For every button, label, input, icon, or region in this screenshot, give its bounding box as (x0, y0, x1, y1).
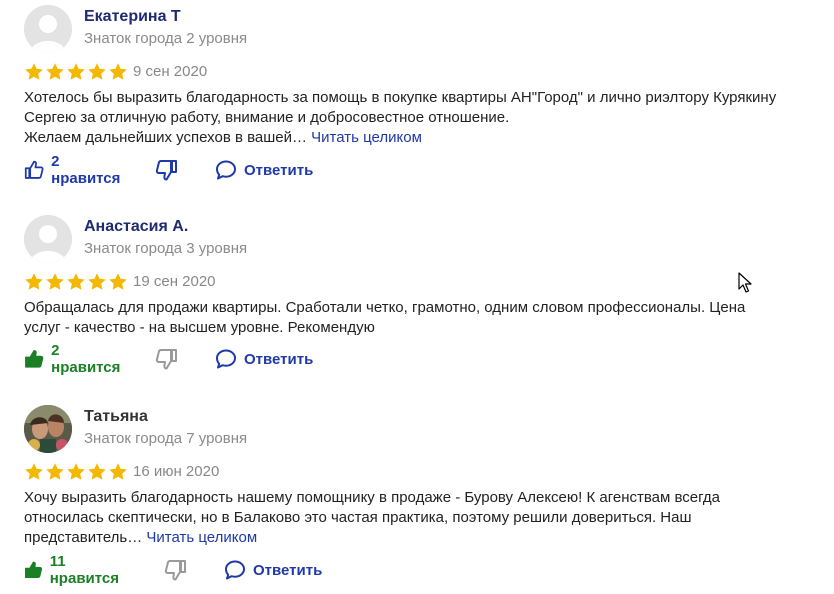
review-text: Обращалась для продажи квартиры. Сработа… (24, 298, 830, 338)
author-level: Знаток города 2 уровня (84, 30, 248, 47)
dislike-button[interactable] (154, 347, 178, 371)
default-avatar-icon (24, 215, 72, 263)
star-icon (109, 63, 127, 80)
star-icon (25, 463, 43, 480)
thumbs-down-icon (155, 349, 177, 370)
star-icon (67, 273, 85, 290)
author-level: Знаток города 7 уровня (84, 430, 248, 447)
review-date: 19 сен 2020 (133, 273, 216, 290)
review-text: Хотелось бы выразить благодарность за по… (24, 88, 830, 148)
author-level: Знаток города 3 уровня (84, 240, 248, 257)
dislike-button[interactable] (163, 558, 187, 582)
thumbs-down-icon (164, 560, 186, 581)
star-icon (46, 463, 64, 480)
comment-icon (216, 349, 236, 369)
review-text-line: услуг - качество - на высшем уровне. Рек… (24, 319, 375, 336)
review-text-line: относилась скептически, но в Балаково эт… (24, 509, 692, 526)
reply-button[interactable]: Ответить (214, 347, 313, 371)
comment-icon (216, 160, 236, 180)
like-button[interactable]: 2 нравится (24, 153, 123, 187)
author-name[interactable]: Анастасия А. (84, 218, 188, 236)
rating-stars (24, 462, 128, 482)
reply-label: Ответить (253, 561, 323, 579)
author-name[interactable]: Екатерина Т (84, 8, 181, 26)
avatar[interactable] (24, 5, 72, 53)
review-text-line: Желаем дальнейших успехов в вашей… (24, 129, 307, 146)
user-photo-avatar (24, 405, 72, 453)
star-icon (88, 463, 106, 480)
review-text-line-wrap: Желаем дальнейших успехов в вашей… Читат… (24, 128, 830, 148)
author-name[interactable]: Татьяна (84, 408, 148, 426)
star-icon (109, 463, 127, 480)
star-icon (25, 273, 43, 290)
like-button[interactable]: 11 нравится (24, 553, 123, 587)
star-icon (109, 273, 127, 290)
default-avatar-icon (24, 5, 72, 53)
review-text-line: Хотелось бы выразить благодарность за по… (24, 89, 777, 106)
avatar[interactable] (24, 405, 72, 453)
star-icon (46, 273, 64, 290)
review-text-line: Хочу выразить благодарность нашему помощ… (24, 489, 721, 506)
like-button[interactable]: 2 нравится (24, 342, 123, 376)
like-count: 2 нравится (51, 342, 121, 376)
like-count: 2 нравится (51, 153, 121, 187)
mouse-cursor-icon (738, 272, 752, 293)
thumbs-up-icon (25, 561, 43, 579)
star-icon (67, 63, 85, 80)
review-text-line: представитель… (24, 529, 143, 546)
review-date: 9 сен 2020 (133, 63, 208, 80)
review-text-line-wrap: представитель… Читать целиком (24, 528, 830, 548)
thumbs-up-icon (24, 160, 44, 179)
star-icon (88, 63, 106, 80)
reply-label: Ответить (244, 161, 314, 179)
reply-label: Ответить (244, 350, 314, 368)
reply-button[interactable]: Ответить (214, 158, 313, 182)
star-icon (67, 463, 85, 480)
read-more-link[interactable]: Читать целиком (311, 129, 422, 146)
like-count: 11 нравится (49, 553, 120, 587)
star-icon (46, 63, 64, 80)
avatar[interactable] (24, 215, 72, 263)
review-text: Хочу выразить благодарность нашему помощ… (24, 488, 830, 548)
review-date: 16 июн 2020 (133, 463, 220, 480)
thumbs-up-icon (25, 349, 44, 368)
star-icon (25, 63, 43, 80)
rating-stars (24, 272, 128, 292)
star-icon (88, 273, 106, 290)
dislike-button[interactable] (154, 158, 178, 182)
review-text-line: Сергею за отличную работу, внимание и до… (24, 109, 510, 126)
thumbs-down-icon (155, 160, 177, 181)
read-more-link[interactable]: Читать целиком (146, 529, 257, 546)
reply-button[interactable]: Ответить (223, 558, 322, 582)
comment-icon (225, 560, 245, 580)
review-text-line: Обращалась для продажи квартиры. Сработа… (24, 299, 746, 316)
rating-stars (24, 62, 128, 82)
